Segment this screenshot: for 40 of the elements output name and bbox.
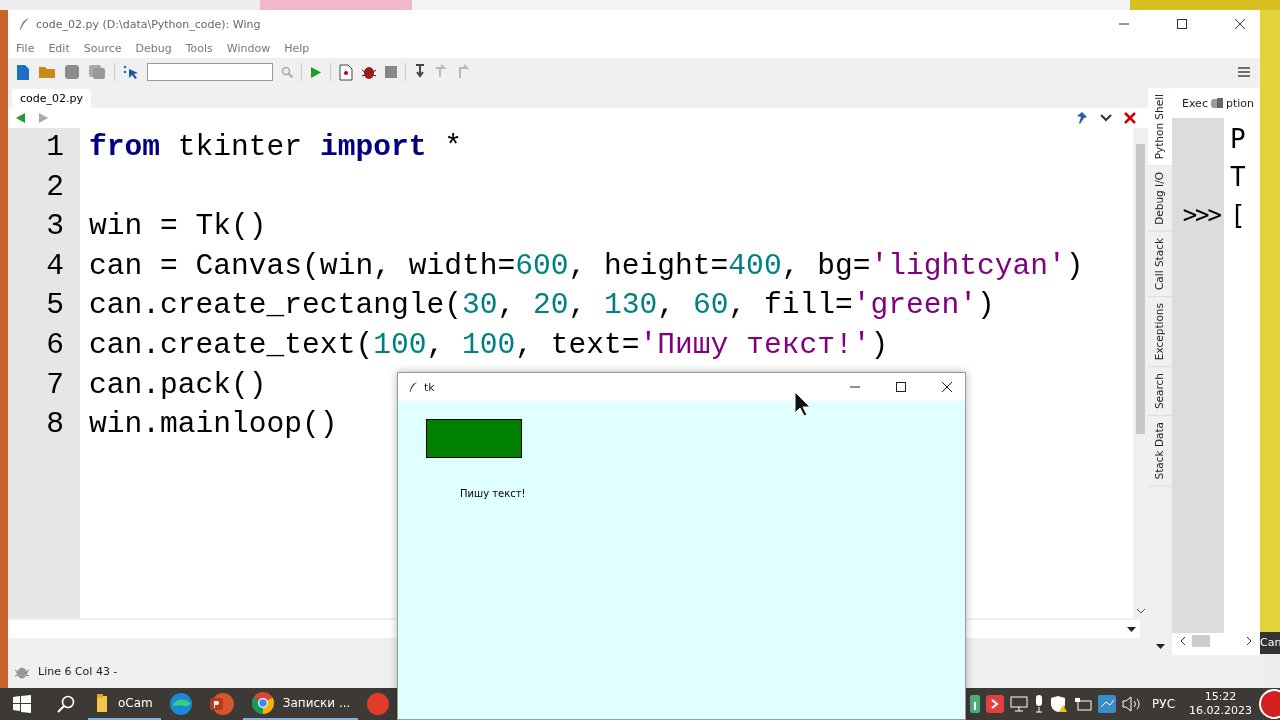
menu-item[interactable]: Source [83, 41, 122, 55]
code-line: can = Canvas(win, width=600, height=400, bg='lightcyan') [89, 247, 1084, 285]
menu-item[interactable]: Edit [48, 41, 70, 55]
menu-item[interactable]: Tools [185, 41, 213, 55]
menu-item[interactable]: Window [226, 41, 271, 55]
line-number: 5 [46, 287, 65, 325]
line-number: 3 [46, 208, 65, 246]
shell-text: P [1230, 123, 1247, 156]
menu-item[interactable]: Help [284, 41, 310, 55]
line-number: 1 [46, 129, 65, 166]
code-line: can.create_rectangle(30, 20, 130, 60, fill='green') [89, 287, 995, 325]
window-title: Can [1260, 632, 1280, 654]
panel-tab[interactable]: ption [1225, 96, 1254, 110]
menu-item[interactable]: File [16, 41, 35, 55]
panel-tab[interactable]: Python Shell [1148, 88, 1172, 167]
language-indicator[interactable]: РУС [1152, 697, 1175, 711]
status-text: Line 6 Col 43 - [38, 665, 118, 678]
shell-text: T [1230, 161, 1247, 194]
line-number: 4 [46, 247, 65, 285]
taskbar-app[interactable]: oCam [88, 688, 161, 720]
code-line: win = Tk() [89, 208, 267, 246]
shell-text: [ [1230, 199, 1247, 232]
line-number: 2 [46, 168, 65, 206]
code-line: can.create_text(100, 100, text='Пишу текст!') [89, 326, 889, 364]
file-tab[interactable]: code_02.py [12, 89, 91, 108]
code-line: can.pack() [89, 366, 267, 404]
taskbar-app[interactable]: Записки ... [242, 688, 359, 720]
clock-date[interactable]: 16.02.2023 [1189, 704, 1252, 718]
menu-item[interactable]: Debug [135, 41, 172, 55]
line-number: 6 [46, 326, 65, 364]
code-line: from tkinter import * [89, 129, 462, 166]
code-line: win.mainloop() [89, 406, 338, 444]
window-title: code_02.py (D:\data\Python_code): Wing [36, 17, 261, 31]
panel-tab[interactable]: Exec [1182, 96, 1208, 110]
canvas-text: Пишу текст! [460, 488, 526, 499]
shell-prompt: >>> [1182, 201, 1220, 229]
line-number: 7 [46, 366, 65, 404]
line-number: 8 [46, 406, 65, 444]
clock-time[interactable]: 15:22 [1204, 690, 1237, 704]
window-title: tk [424, 380, 435, 394]
